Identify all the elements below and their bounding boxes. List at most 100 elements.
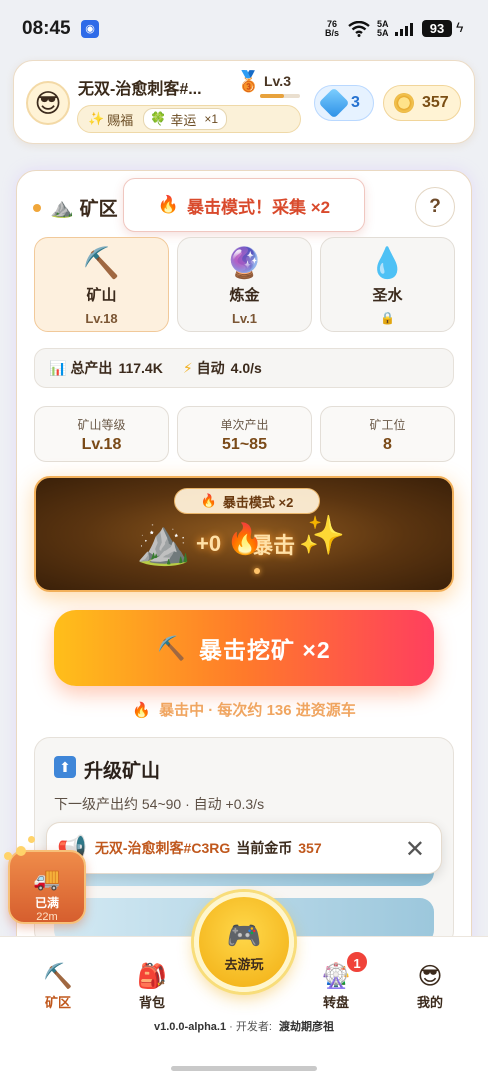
stat-single-output-label: 单次产出: [220, 418, 269, 432]
broadcast-notice: 📢 无双-治愈刺客#C3RG 当前金币 357 ✕: [46, 822, 442, 874]
output-stats: 📊 总产出 117.4K ⚡ 自动 4.0/s: [34, 348, 454, 388]
nav-backpack[interactable]: 🎒 背包: [122, 962, 182, 1011]
pickaxe-icon: ⛏️: [43, 963, 73, 990]
play-button-label: 去游玩: [224, 957, 264, 972]
clover-icon: 🍀: [150, 111, 167, 126]
nav-wheel-label: 转盘: [322, 995, 349, 1010]
stat-single-output: 单次产出 51~85: [177, 406, 312, 462]
fire-icon: 🔥: [132, 702, 151, 719]
crit-hint-text: 暴击中 · 每次约 136 进资源车: [159, 702, 356, 719]
close-icon[interactable]: ✕: [405, 835, 425, 864]
crit-mode-text: 暴击模式 ×2: [222, 494, 294, 510]
gem-count: 3: [351, 94, 360, 111]
signal-bottom: 5A: [377, 28, 389, 38]
help-button[interactable]: ?: [415, 187, 455, 227]
lightning-icon: ⚡: [182, 359, 193, 376]
notice-text: 当前金币: [236, 840, 293, 856]
tab-holy-water-label: 圣水: [372, 287, 403, 304]
sparkle-icon: ✨: [88, 111, 105, 126]
nav-profile[interactable]: 😎 我的: [400, 962, 460, 1011]
pickaxe-icon: ⛏️: [82, 247, 121, 280]
sparkles-icon: ✨: [298, 515, 346, 557]
blessing-pill[interactable]: ✨ 赐福 🍀 幸运 ×1: [77, 105, 301, 133]
stat-miner-slots-label: 矿工位: [369, 418, 406, 432]
crit-mine-button[interactable]: ⛏️ 暴击挖矿 ×2: [54, 610, 434, 686]
stat-mine-level-label: 矿山等级: [77, 418, 126, 432]
crystal-ball-icon: 🔮: [225, 247, 264, 280]
stat-miner-slots: 矿工位 8: [320, 406, 455, 462]
notice-player-name: 无双-治愈刺客#C3RG: [94, 840, 231, 856]
tab-alchemy[interactable]: 🔮 炼金 Lv.1: [177, 237, 312, 332]
notification-badge: 1: [345, 950, 369, 974]
tab-mine[interactable]: ⛏️ 矿山 Lv.18: [34, 237, 169, 332]
avatar[interactable]: 😎: [26, 81, 70, 125]
fire-burst-icon: 🔥: [226, 523, 264, 556]
upgrade-title: 升级矿山: [84, 761, 161, 782]
luck-label: 幸运: [170, 112, 197, 128]
glow-particle: [254, 568, 260, 574]
nav-backpack-label: 背包: [138, 995, 165, 1010]
mining-scene[interactable]: 🔥 暴击模式 ×2 ⛰️ +0 暴击 🔥 ✨: [34, 476, 454, 592]
fire-icon: 🔥: [157, 195, 180, 214]
coin-icon: [394, 93, 414, 113]
home-indicator[interactable]: [171, 1066, 317, 1071]
arrow-up-icon: ⬆: [54, 756, 76, 778]
medal-icon: 🥉: [236, 71, 261, 93]
gem-counter[interactable]: 3: [314, 85, 374, 121]
section-title: ⛰️ 矿区: [50, 194, 118, 221]
droplet-icon: 💧: [368, 247, 407, 280]
net-speed: 76 B/s: [325, 20, 339, 38]
gamepad-icon: 🎮: [226, 920, 262, 951]
signal-label: 5A 5A: [377, 20, 389, 38]
play-button[interactable]: 🎮 去游玩: [194, 892, 294, 992]
backpack-icon: 🎒: [137, 963, 167, 990]
mountain-icon: ⛰️: [50, 197, 74, 219]
username: 无双-治愈刺客#...: [78, 81, 202, 98]
luck-multiplier: ×1: [204, 112, 219, 126]
crit-hint: 🔥 暴击中 · 每次约 136 进资源车: [0, 699, 488, 720]
blessing-label: 赐福: [107, 112, 134, 128]
lock-icon: 🔒: [380, 311, 395, 325]
auto-value: 4.0/s: [230, 360, 262, 376]
mountain-icon: ⛰️: [136, 518, 191, 567]
nav-mine-label: 矿区: [44, 995, 71, 1010]
upgrade-desc: 下一级产出约 54~90 · 自动 +0.3/s: [54, 796, 265, 812]
developer-name: 渡劫期彦祖: [279, 1021, 335, 1033]
status-time: 08:45: [22, 18, 71, 39]
coin-counter[interactable]: 357: [383, 85, 461, 121]
nav-profile-label: 我的: [416, 995, 443, 1010]
truck-icon: 🚚: [33, 866, 61, 891]
tab-alchemy-level: Lv.1: [231, 311, 258, 326]
tab-alchemy-label: 炼金: [229, 287, 260, 304]
coin-count: 357: [422, 94, 449, 111]
auto-label: 自动: [196, 360, 225, 376]
resource-cart[interactable]: 🚚 已满 22m: [8, 850, 86, 924]
coin-particle: [28, 836, 35, 843]
signal-bars-icon: [395, 22, 417, 36]
gem-icon: [318, 87, 350, 119]
total-output-label: 总产出: [70, 360, 113, 376]
total-output-value: 117.4K: [118, 360, 163, 376]
nav-mine[interactable]: ⛏️ 矿区: [28, 962, 88, 1011]
version: v1.0.0-alpha.1: [153, 1021, 227, 1033]
crit-mode-pill: 🔥 暴击模式 ×2: [174, 488, 320, 514]
stat-miner-slots-value: 8: [383, 436, 392, 453]
cart-time: 22m: [36, 911, 58, 923]
level-progress-fill: [260, 94, 284, 98]
crit-mine-button-label: 暴击挖矿 ×2: [199, 637, 331, 663]
tab-mine-level: Lv.18: [85, 311, 118, 326]
level-progress-bar: [260, 94, 300, 98]
tab-mine-label: 矿山: [86, 287, 117, 304]
fire-icon: 🔥: [200, 493, 217, 508]
cart-status: 已满: [34, 896, 59, 910]
bar-chart-icon: 📊: [49, 359, 67, 376]
crit-toast: 🔥 暴击模式！采集 ×2: [123, 178, 365, 232]
tab-holy-water[interactable]: 💧 圣水 🔒: [320, 237, 455, 332]
section-dot: [33, 204, 41, 212]
net-speed-unit: B/s: [325, 28, 340, 38]
section-title-text: 矿区: [79, 199, 118, 220]
gain-amount: +0: [196, 531, 222, 556]
footer: v1.0.0-alpha.1 · 开发者: 渡劫期彦祖: [0, 1018, 488, 1034]
charging-icon: ϟ: [456, 19, 464, 35]
sunglasses-face-icon: 😎: [417, 963, 443, 990]
